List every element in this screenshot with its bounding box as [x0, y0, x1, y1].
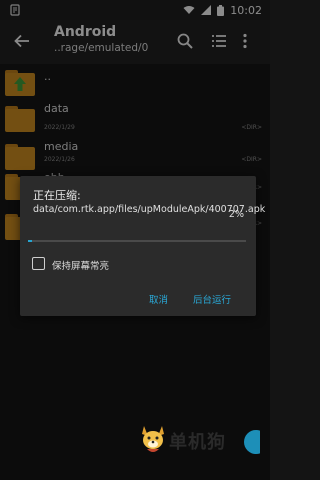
app-screen: 10:02 Android ..rage/emulated/0 .. data … [0, 0, 270, 480]
watermark-text: 单机狗 [169, 432, 226, 453]
progress-bar-fill [28, 240, 33, 242]
watermark: 单机狗 [138, 420, 268, 460]
dog-logo-icon [142, 426, 164, 452]
run-in-background-button[interactable]: 后台运行 [193, 292, 231, 306]
progress-bar [28, 240, 246, 242]
compress-progress-dialog: 正在压缩: data/com.rtk.app/files/upModuleApk… [20, 176, 266, 316]
dialog-file-path: data/com.rtk.app/files/upModuleApk/40070… [33, 204, 266, 215]
progress-percent: 2% [228, 209, 244, 220]
keep-screen-on-label[interactable]: 保持屏幕常亮 [52, 258, 109, 272]
fab-partial-icon [244, 430, 260, 454]
dialog-title: 正在压缩: [33, 189, 81, 202]
cancel-button[interactable]: 取消 [149, 292, 168, 306]
keep-screen-on-checkbox[interactable] [32, 257, 45, 270]
